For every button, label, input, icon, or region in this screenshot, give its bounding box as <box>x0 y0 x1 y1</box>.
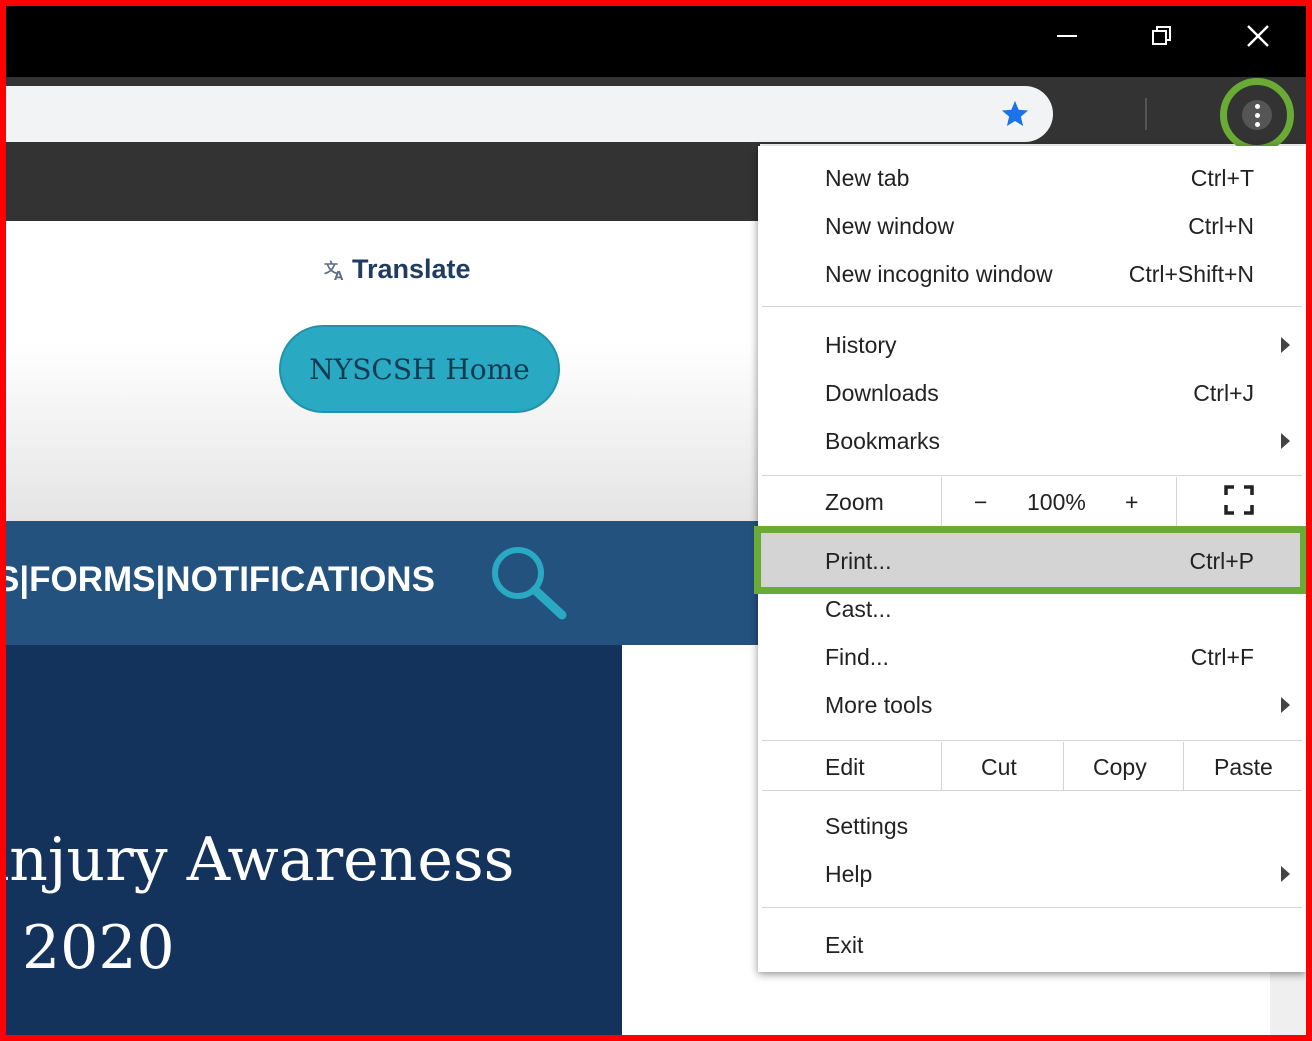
menu-edit-row: Edit Cut Copy Paste <box>758 742 1306 790</box>
menu-item-label: Edit <box>825 754 865 780</box>
submenu-arrow-icon <box>1281 337 1290 353</box>
submenu-arrow-icon <box>1281 866 1290 882</box>
cut-button[interactable]: Cut <box>981 754 1017 781</box>
minimize-icon <box>1057 35 1077 37</box>
title-bar <box>0 0 1312 77</box>
restore-button[interactable] <box>1139 14 1185 58</box>
page-top-bar <box>0 144 760 221</box>
hero-banner: injury Awareness 2020 <box>0 645 622 1041</box>
menu-item-label: Bookmarks <box>825 427 941 454</box>
menu-item-label: Settings <box>825 812 909 839</box>
menu-item-shortcut: Ctrl+F <box>1190 643 1254 670</box>
edit-divider <box>1063 742 1064 790</box>
menu-item-shortcut: Ctrl+J <box>1193 379 1254 406</box>
address-bar[interactable] <box>0 86 1053 142</box>
menu-item-label: New incognito window <box>825 260 1053 287</box>
search-icon[interactable] <box>488 543 568 623</box>
paste-button[interactable]: Paste <box>1214 754 1273 781</box>
menu-divider <box>762 475 1302 476</box>
copy-button[interactable]: Copy <box>1093 754 1147 781</box>
menu-divider <box>762 907 1302 908</box>
menu-item-downloads[interactable]: Downloads Ctrl+J <box>758 369 1306 417</box>
minimize-button[interactable] <box>1044 14 1090 58</box>
menu-item-label: Find... <box>825 643 889 670</box>
zoom-divider <box>941 477 942 529</box>
menu-item-new-incognito-window[interactable]: New incognito window Ctrl+Shift+N <box>758 250 1306 298</box>
menu-item-find[interactable]: Find... Ctrl+F <box>758 633 1306 681</box>
menu-item-label: Exit <box>825 931 864 958</box>
hero-title-line2: 2020 <box>22 913 175 983</box>
toolbar-separator <box>1145 98 1147 130</box>
site-nav-links[interactable]: S|FORMS|NOTIFICATIONS <box>0 560 435 600</box>
menu-item-new-window[interactable]: New window Ctrl+N <box>758 202 1306 250</box>
menu-item-shortcut: Ctrl+Shift+N <box>1128 260 1254 287</box>
bookmark-star-icon[interactable] <box>1000 99 1030 129</box>
menu-item-new-tab[interactable]: New tab Ctrl+T <box>758 154 1306 202</box>
menu-divider <box>762 790 1302 791</box>
menu-divider <box>762 306 1302 307</box>
edit-divider <box>1183 742 1184 790</box>
menu-item-bookmarks[interactable]: Bookmarks <box>758 417 1306 465</box>
close-button[interactable] <box>1235 14 1281 58</box>
svg-text:A: A <box>334 269 344 281</box>
fullscreen-icon[interactable] <box>1224 485 1254 515</box>
menu-item-history[interactable]: History <box>758 321 1306 369</box>
zoom-divider <box>1176 477 1177 529</box>
submenu-arrow-icon <box>1281 697 1290 713</box>
menu-item-shortcut: Ctrl+N <box>1188 212 1254 239</box>
menu-item-label: Downloads <box>825 379 939 406</box>
menu-item-print[interactable]: Print... Ctrl+P <box>758 537 1306 585</box>
menu-item-label: Help <box>825 860 873 887</box>
menu-item-shortcut: Ctrl+T <box>1190 164 1254 191</box>
menu-item-label: Print... <box>825 547 892 574</box>
menu-button-highlight[interactable] <box>1220 78 1294 152</box>
zoom-in-button[interactable]: + <box>1125 489 1138 516</box>
restore-icon <box>1152 26 1171 45</box>
menu-item-label: Zoom <box>825 489 884 515</box>
menu-item-exit[interactable]: Exit <box>758 921 1306 969</box>
translate-icon: 文 A <box>324 260 344 281</box>
menu-item-help[interactable]: Help <box>758 850 1306 898</box>
close-icon <box>1247 25 1269 47</box>
translate-label: Translate <box>352 254 471 284</box>
menu-item-label: History <box>825 331 897 358</box>
menu-item-label: New tab <box>825 164 910 191</box>
menu-item-label: Cast... <box>825 595 892 622</box>
menu-item-shortcut: Ctrl+P <box>1189 547 1254 574</box>
menu-item-label: New window <box>825 212 955 239</box>
translate-link[interactable]: 文 A Translate <box>324 254 471 285</box>
hero-title-line1: injury Awareness <box>0 825 515 895</box>
menu-item-more-tools[interactable]: More tools <box>758 681 1306 729</box>
zoom-out-button[interactable]: − <box>974 489 987 516</box>
menu-item-label: More tools <box>825 691 933 718</box>
menu-item-settings[interactable]: Settings <box>758 802 1306 850</box>
zoom-level: 100% <box>1027 489 1086 515</box>
scrollbar[interactable] <box>1270 960 1312 1041</box>
menu-divider <box>762 740 1302 741</box>
edit-divider <box>941 742 942 790</box>
submenu-arrow-icon <box>1281 433 1290 449</box>
nyscsh-home-button[interactable]: NYSCSH Home <box>279 325 560 413</box>
chrome-menu: New tab Ctrl+T New window Ctrl+N New inc… <box>758 146 1306 972</box>
more-vert-icon <box>1242 100 1272 130</box>
